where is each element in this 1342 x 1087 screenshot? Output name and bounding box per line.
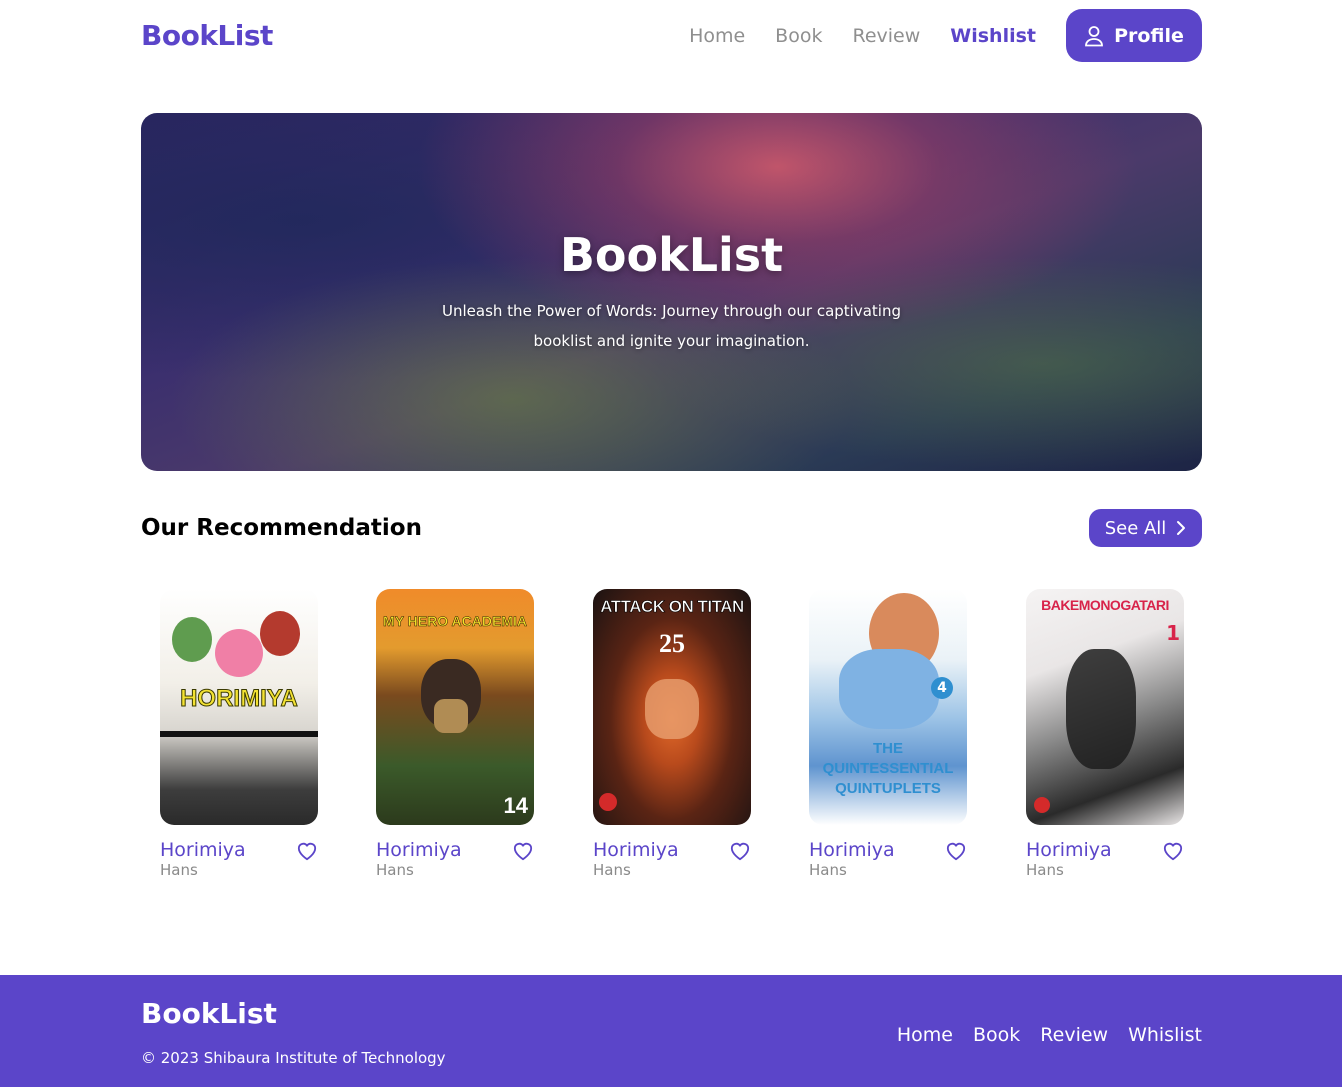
- book-author: Hans: [593, 861, 631, 879]
- book-cover[interactable]: BAKEMONOGATARI 1: [1026, 589, 1184, 825]
- book-cover[interactable]: HORIMIYA: [160, 589, 318, 825]
- book-cover[interactable]: 4 THE QUINTESSENTIAL QUINTUPLETS: [809, 589, 967, 825]
- profile-label: Profile: [1114, 24, 1184, 47]
- book-card[interactable]: MY HERO ACADEMIA 14 Horimiya Hans: [376, 589, 534, 883]
- book-title[interactable]: Horimiya: [160, 839, 318, 861]
- cover-title: THE QUINTESSENTIAL QUINTUPLETS: [822, 740, 954, 797]
- cover-title: ATTACK ON TITAN: [600, 597, 745, 617]
- heart-icon[interactable]: [729, 841, 751, 861]
- hero-banner: BookList Unleash the Power of Words: Jou…: [141, 113, 1202, 471]
- book-cover[interactable]: MY HERO ACADEMIA 14: [376, 589, 534, 825]
- nav-review[interactable]: Review: [852, 25, 920, 47]
- footer-copyright: © 2023 Shibaura Institute of Technology: [141, 1049, 446, 1067]
- cover-title: MY HERO ACADEMIA: [383, 613, 527, 630]
- book-author: Hans: [809, 861, 847, 879]
- cover-title: HORIMIYA: [180, 685, 299, 713]
- book-author: Hans: [1026, 861, 1064, 879]
- user-icon: [1085, 25, 1103, 46]
- footer-nav-wishlist[interactable]: Whislist: [1128, 1024, 1202, 1046]
- book-list: HORIMIYA Horimiya Hans MY HERO ACADEMIA …: [141, 589, 1202, 889]
- nav-home[interactable]: Home: [689, 25, 745, 47]
- heart-icon[interactable]: [1162, 841, 1184, 861]
- recommendation-header: Our Recommendation See All: [141, 509, 1202, 547]
- top-navbar: BookList Home Book Review Wishlist Profi…: [141, 9, 1202, 62]
- heart-icon[interactable]: [945, 841, 967, 861]
- book-cover[interactable]: ATTACK ON TITAN 25: [593, 589, 751, 825]
- cover-title: BAKEMONOGATARI: [1041, 597, 1169, 613]
- hero-subtitle: Unleash the Power of Words: Journey thro…: [442, 302, 901, 350]
- see-all-label: See All: [1104, 517, 1167, 539]
- nav-book[interactable]: Book: [775, 25, 822, 47]
- heart-icon[interactable]: [296, 841, 318, 861]
- hero-title: BookList: [559, 228, 784, 282]
- book-author: Hans: [376, 861, 414, 879]
- footer-logo[interactable]: BookList: [141, 997, 277, 1030]
- site-logo[interactable]: BookList: [141, 19, 273, 52]
- footer-nav: Home Book Review Whislist: [877, 1024, 1202, 1046]
- chevron-right-icon: [1177, 521, 1186, 535]
- nav-wishlist[interactable]: Wishlist: [950, 25, 1036, 47]
- main-nav: Home Book Review Wishlist Profile: [659, 9, 1202, 62]
- book-card[interactable]: ATTACK ON TITAN 25 Horimiya Hans: [593, 589, 751, 883]
- book-title[interactable]: Horimiya: [593, 839, 751, 861]
- book-card[interactable]: HORIMIYA Horimiya Hans: [160, 589, 318, 883]
- heart-icon[interactable]: [512, 841, 534, 861]
- book-title[interactable]: Horimiya: [376, 839, 534, 861]
- book-card[interactable]: BAKEMONOGATARI 1 Horimiya Hans: [1026, 589, 1184, 883]
- book-title[interactable]: Horimiya: [1026, 839, 1184, 861]
- footer-nav-review[interactable]: Review: [1040, 1024, 1108, 1046]
- profile-button[interactable]: Profile: [1066, 9, 1202, 62]
- footer-nav-home[interactable]: Home: [897, 1024, 953, 1046]
- book-title[interactable]: Horimiya: [809, 839, 967, 861]
- footer-nav-book[interactable]: Book: [973, 1024, 1020, 1046]
- book-card[interactable]: 4 THE QUINTESSENTIAL QUINTUPLETS Horimiy…: [809, 589, 967, 883]
- book-author: Hans: [160, 861, 198, 879]
- section-title: Our Recommendation: [141, 515, 422, 541]
- footer: BookList © 2023 Shibaura Institute of Te…: [0, 975, 1342, 1087]
- see-all-button[interactable]: See All: [1089, 509, 1202, 547]
